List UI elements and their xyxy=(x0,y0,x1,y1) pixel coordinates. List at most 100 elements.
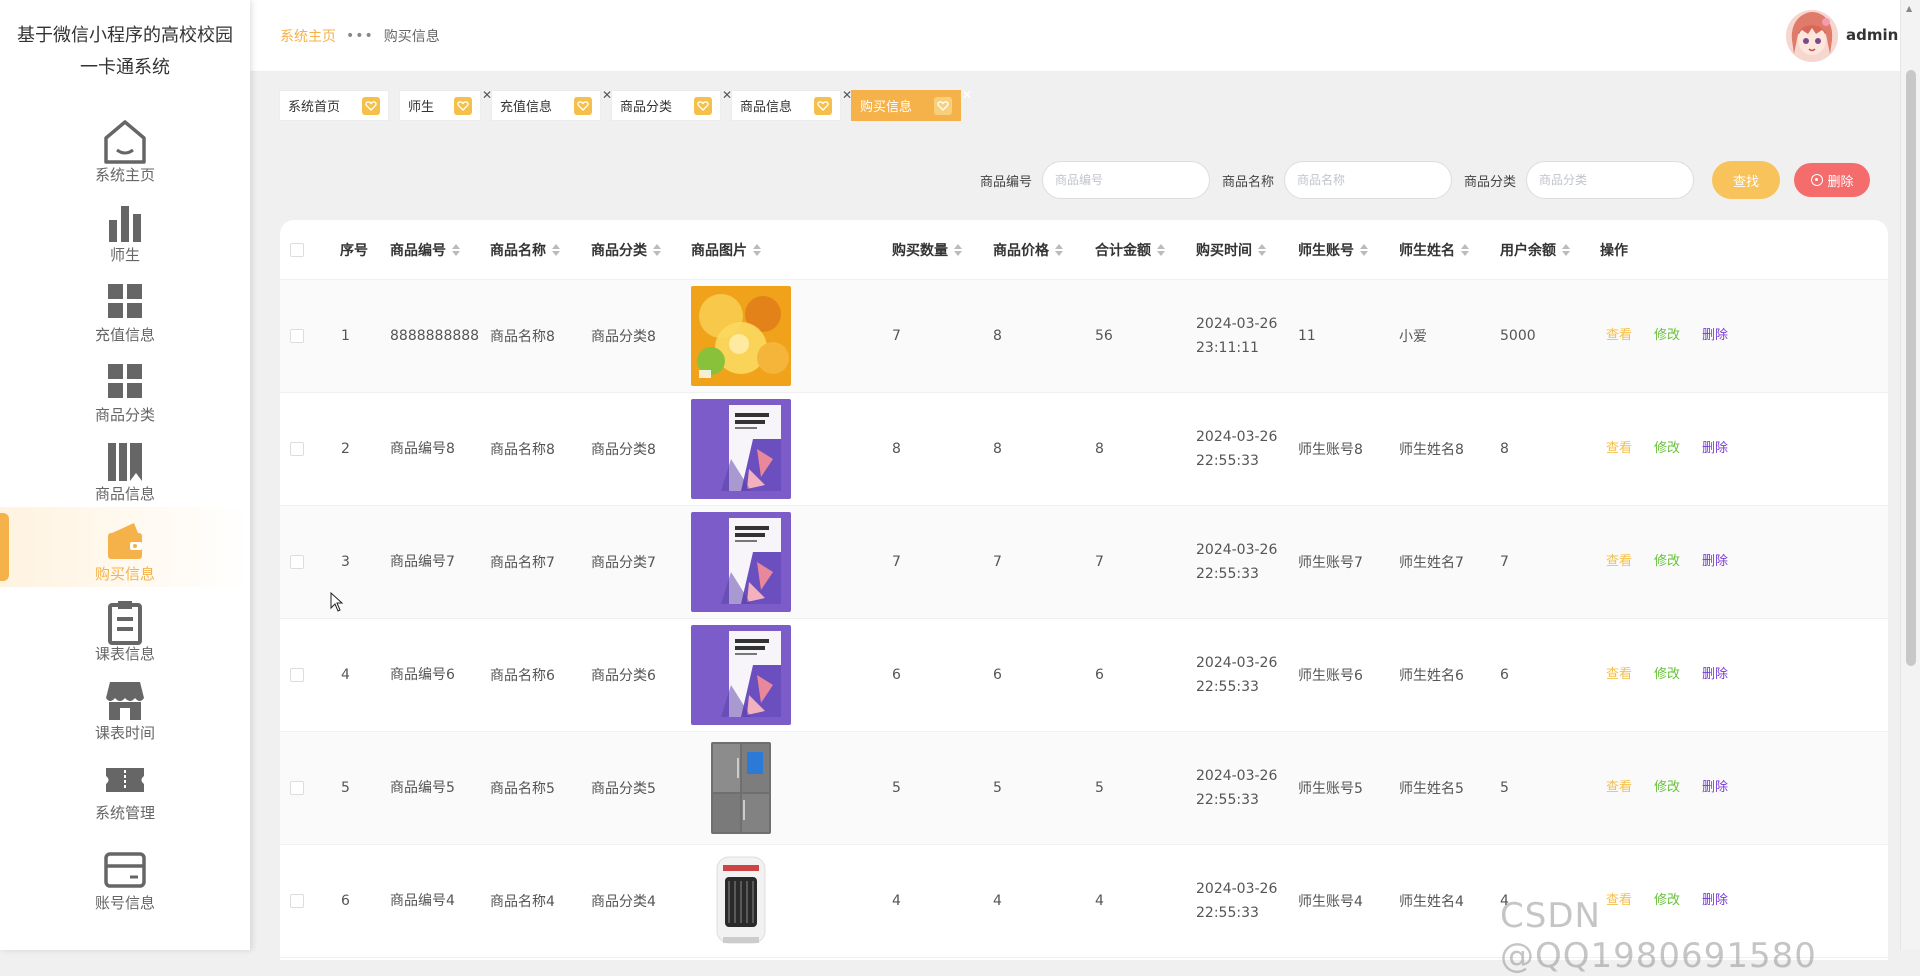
cell-account: 师生账号4 xyxy=(1298,894,1363,910)
heart-icon xyxy=(934,97,952,115)
scrollbar-thumb[interactable] xyxy=(1906,70,1916,666)
column-header[interactable]: 商品编号 xyxy=(390,220,460,279)
column-header[interactable]: 合计金额 xyxy=(1095,220,1165,279)
cell-total: 8 xyxy=(1095,441,1104,457)
delete-button[interactable]: 删除 xyxy=(1702,437,1728,456)
tag-5[interactable]: 购买信息 ✕ xyxy=(851,88,972,121)
edit-button[interactable]: 修改 xyxy=(1654,324,1680,343)
sidebar-item-0[interactable]: 系统主页 xyxy=(0,108,250,188)
row-checkbox[interactable] xyxy=(290,329,304,343)
column-header[interactable]: 用户余额 xyxy=(1500,220,1570,279)
row-checkbox[interactable] xyxy=(290,894,304,908)
column-header[interactable]: 师生账号 xyxy=(1298,220,1368,279)
cell-price: 7 xyxy=(993,554,1002,570)
sidebar-item-6[interactable]: 课表信息 xyxy=(0,587,250,667)
sort-icon[interactable] xyxy=(1360,243,1368,256)
sort-icon[interactable] xyxy=(653,243,661,256)
product-code-input[interactable] xyxy=(1042,161,1211,199)
product-category-input[interactable] xyxy=(1526,161,1695,199)
cell-qty: 6 xyxy=(892,667,901,683)
sidebar-item-4[interactable]: 商品信息 xyxy=(0,427,250,507)
delete-button[interactable]: 删除 xyxy=(1702,776,1728,795)
sidebar-item-2[interactable]: 充值信息 xyxy=(0,268,250,348)
scroll-up-arrow-icon[interactable]: ▲ xyxy=(1906,4,1912,13)
tag-3[interactable]: 商品分类 ✕ xyxy=(611,88,732,121)
tag-label: 系统首页 xyxy=(288,100,341,115)
row-checkbox[interactable] xyxy=(290,781,304,795)
product-image xyxy=(691,286,791,386)
column-header[interactable]: 师生姓名 xyxy=(1399,220,1469,279)
column-header[interactable]: 商品名称 xyxy=(490,220,560,279)
search-label-code: 商品编号 xyxy=(980,174,1033,190)
cell-account: 师生账号6 xyxy=(1298,668,1363,684)
avatar[interactable] xyxy=(1786,10,1838,62)
sort-icon[interactable] xyxy=(1461,243,1469,256)
sort-icon[interactable] xyxy=(1157,243,1165,256)
edit-button[interactable]: 修改 xyxy=(1654,776,1680,795)
sidebar-item-3[interactable]: 商品分类 xyxy=(0,348,250,428)
cell-total: 56 xyxy=(1095,328,1113,344)
sort-icon[interactable] xyxy=(1562,243,1570,256)
sort-icon[interactable] xyxy=(552,243,560,256)
row-actions: 查看 修改 删除 xyxy=(1606,729,1750,841)
watermark: CSDN @QQ1980691580 xyxy=(1500,896,1817,976)
row-checkbox[interactable] xyxy=(290,668,304,682)
column-header[interactable]: 商品价格 xyxy=(993,220,1063,279)
view-button[interactable]: 查看 xyxy=(1606,437,1632,456)
product-image xyxy=(691,738,791,838)
sidebar-item-5[interactable]: 购买信息 xyxy=(0,507,250,587)
tag-1[interactable]: 师生 ✕ xyxy=(399,88,492,121)
close-icon[interactable]: ✕ xyxy=(962,88,972,102)
sidebar-item-8[interactable]: 系统管理 xyxy=(0,746,250,826)
username[interactable]: admin xyxy=(1846,26,1898,44)
tag-4[interactable]: 商品信息 ✕ xyxy=(731,88,852,121)
sidebar-item-label: 系统主页 xyxy=(94,166,155,184)
column-header[interactable]: 商品分类 xyxy=(591,220,661,279)
sort-icon[interactable] xyxy=(954,243,962,256)
sort-icon[interactable] xyxy=(1055,243,1063,256)
delete-button[interactable]: 删除 xyxy=(1702,324,1728,343)
edit-button[interactable]: 修改 xyxy=(1654,550,1680,569)
table-row: 5 商品编号5 商品名称5 商品分类5 5 5 5 2024-03-26 22:55:33 师生账… xyxy=(280,732,1888,845)
view-button[interactable]: 查看 xyxy=(1606,663,1632,682)
sidebar-item-7[interactable]: 课表时间 xyxy=(0,666,250,746)
tag-label: 商品信息 xyxy=(740,100,793,115)
cell-name: 商品名称8 xyxy=(490,442,555,458)
select-all-checkbox[interactable] xyxy=(290,242,304,257)
batch-delete-button[interactable]: 删除 xyxy=(1794,163,1871,197)
row-checkbox[interactable] xyxy=(290,442,304,456)
view-button[interactable]: 查看 xyxy=(1606,776,1632,795)
tag-2[interactable]: 充值信息 ✕ xyxy=(491,88,612,121)
view-button[interactable]: 查看 xyxy=(1606,550,1632,569)
cell-code: 商品编号8 xyxy=(390,441,455,457)
row-checkbox[interactable] xyxy=(290,555,304,569)
sort-icon[interactable] xyxy=(753,243,761,256)
page-scrollbar[interactable]: ▲ xyxy=(1900,0,1920,950)
tag-label: 购买信息 xyxy=(860,100,913,115)
sidebar-item-1[interactable]: 师生 xyxy=(0,188,250,268)
sort-icon[interactable] xyxy=(452,243,460,256)
edit-button[interactable]: 修改 xyxy=(1654,663,1680,682)
column-header[interactable]: 购买时间 xyxy=(1196,220,1266,279)
sidebar-item-9[interactable]: 账号信息 xyxy=(0,836,250,916)
edit-button[interactable]: 修改 xyxy=(1654,437,1680,456)
cell-price: 5 xyxy=(993,780,1002,796)
column-header[interactable]: 商品图片 xyxy=(691,220,761,279)
tag-label: 充值信息 xyxy=(500,100,553,115)
product-name-input[interactable] xyxy=(1284,161,1453,199)
sort-icon[interactable] xyxy=(1258,243,1266,256)
cell-qty: 7 xyxy=(892,328,901,344)
delete-button[interactable]: 删除 xyxy=(1702,550,1728,569)
product-image xyxy=(691,399,791,499)
breadcrumb-home-link[interactable]: 系统主页 xyxy=(280,26,336,46)
top-bar: 系统主页 ••• 购买信息 admin xyxy=(250,0,1900,72)
delete-button[interactable]: 删除 xyxy=(1702,663,1728,682)
tag-0[interactable]: 系统首页 xyxy=(279,90,389,121)
view-button[interactable]: 查看 xyxy=(1606,324,1632,343)
cell-person: 师生姓名6 xyxy=(1399,668,1464,684)
column-header[interactable]: 购买数量 xyxy=(892,220,962,279)
cell-no: 5 xyxy=(341,780,350,796)
cell-account: 师生账号5 xyxy=(1298,781,1363,797)
ticket-icon xyxy=(100,756,150,804)
search-button[interactable]: 查找 xyxy=(1712,161,1781,199)
